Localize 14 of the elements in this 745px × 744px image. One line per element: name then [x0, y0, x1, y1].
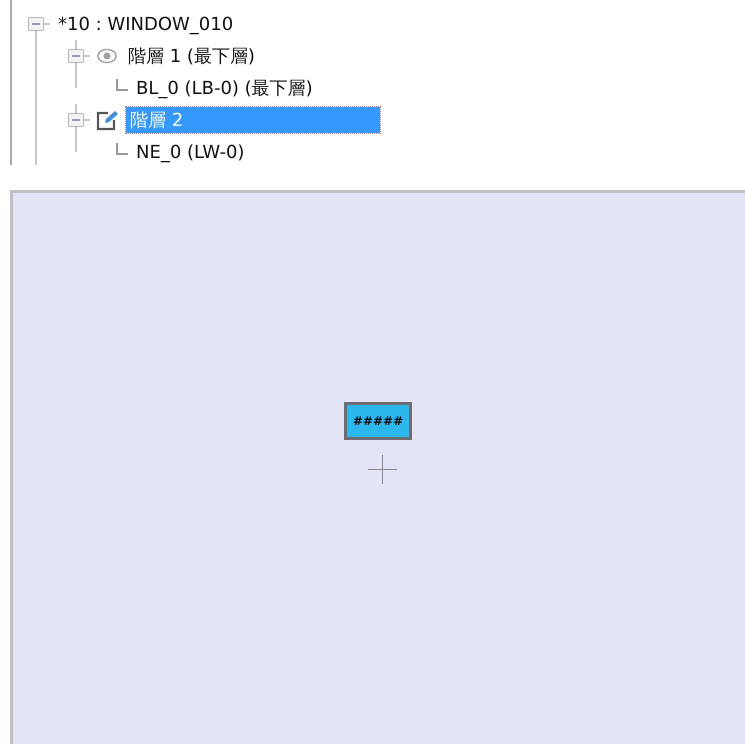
numeric-display[interactable]: #####	[344, 402, 412, 440]
collapse-toggle[interactable]	[68, 49, 84, 63]
tree-item[interactable]: *10 : WINDOW_010	[54, 12, 238, 36]
crosshair-icon	[368, 455, 397, 484]
tree-connector	[116, 79, 128, 91]
collapse-toggle[interactable]	[68, 113, 84, 127]
tree-item[interactable]: BL_0 (LB-0) (最下層)	[132, 75, 317, 101]
edit-icon[interactable]	[96, 109, 120, 131]
eye-icon[interactable]	[96, 48, 118, 64]
tree-connector	[116, 143, 128, 155]
design-canvas[interactable]: #####	[10, 190, 745, 744]
tree-item[interactable]: NE_0 (LW-0)	[132, 140, 248, 164]
collapse-toggle[interactable]	[28, 17, 44, 31]
tree-item[interactable]: 階層 1 (最下層)	[124, 43, 259, 69]
